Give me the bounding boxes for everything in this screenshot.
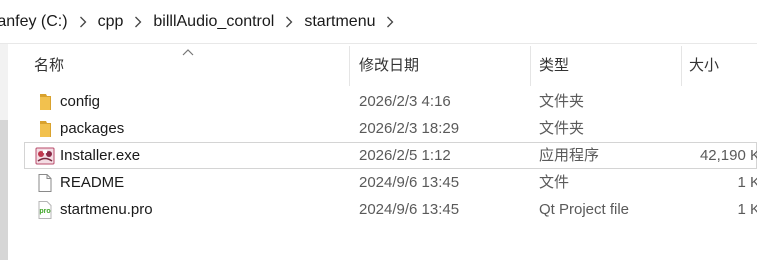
file-row-installer[interactable]: Installer.exe 2026/2/5 1:12 应用程序 42,190 … (24, 142, 757, 169)
sort-ascending-icon (182, 49, 194, 56)
chevron-right-icon[interactable] (375, 0, 405, 44)
file-date: 2026/2/3 18:29 (359, 120, 460, 137)
file-row-packages[interactable]: packages 2026/2/3 18:29 文件夹 (24, 115, 757, 142)
file-date: 2024/9/6 13:45 (359, 201, 460, 218)
column-header-date[interactable]: 修改日期 (359, 44, 419, 88)
navigation-scrollbar-thumb[interactable] (0, 120, 8, 260)
file-name: config (60, 93, 101, 110)
file-name: startmenu.pro (60, 201, 153, 218)
file-type: 文件夹 (539, 120, 585, 137)
column-header-name[interactable]: 名称 (34, 44, 64, 88)
file-size: 42,190 K (699, 147, 757, 164)
qt-pro-file-icon: pro (35, 200, 55, 220)
file-row-startmenu-pro[interactable]: pro startmenu.pro 2024/9/6 13:45 Qt Proj… (24, 196, 757, 223)
file-row-readme[interactable]: README 2024/9/6 13:45 文件 1 K (24, 169, 757, 196)
file-type: Qt Project file (539, 201, 630, 218)
file-row-config[interactable]: config 2026/2/3 4:16 文件夹 (24, 88, 757, 115)
chevron-right-icon[interactable] (123, 0, 153, 44)
svg-text:pro: pro (39, 208, 50, 215)
navigation-pane-edge (0, 44, 8, 260)
breadcrumb: ranfey (C:) cpp billlAudio_control start… (0, 0, 757, 44)
file-name: Installer.exe (60, 147, 141, 164)
file-type: 文件夹 (539, 93, 585, 110)
file-type: 文件 (539, 174, 570, 191)
chevron-right-icon[interactable] (274, 0, 304, 44)
column-header-type[interactable]: 类型 (539, 44, 569, 88)
breadcrumb-project[interactable]: billlAudio_control (153, 0, 274, 44)
column-divider[interactable] (530, 46, 531, 86)
file-date: 2026/2/3 4:16 (359, 93, 451, 110)
file-name: packages (60, 120, 125, 137)
file-explorer-window: ranfey (C:) cpp billlAudio_control start… (0, 0, 757, 260)
breadcrumb-cpp[interactable]: cpp (98, 0, 124, 44)
file-name: README (60, 174, 125, 191)
file-date: 2026/2/5 1:12 (359, 147, 451, 164)
blank-file-icon (35, 173, 55, 193)
folder-icon (35, 92, 55, 112)
breadcrumb-drive[interactable]: ranfey (C:) (0, 0, 68, 44)
column-header-size[interactable]: 大小 (689, 44, 719, 88)
chevron-right-icon[interactable] (68, 0, 98, 44)
column-divider[interactable] (681, 46, 682, 86)
file-size: 1 K (737, 174, 757, 191)
file-size: 1 K (737, 201, 757, 218)
file-date: 2024/9/6 13:45 (359, 174, 460, 191)
installer-exe-icon (35, 146, 55, 166)
folder-icon (35, 119, 55, 139)
file-type: 应用程序 (539, 147, 600, 164)
column-divider[interactable] (349, 46, 350, 86)
breadcrumb-current[interactable]: startmenu (304, 0, 375, 44)
column-header-row: 名称 修改日期 类型 大小 (24, 44, 757, 88)
file-list: config 2026/2/3 4:16 文件夹 packages 2026/2… (24, 88, 757, 223)
